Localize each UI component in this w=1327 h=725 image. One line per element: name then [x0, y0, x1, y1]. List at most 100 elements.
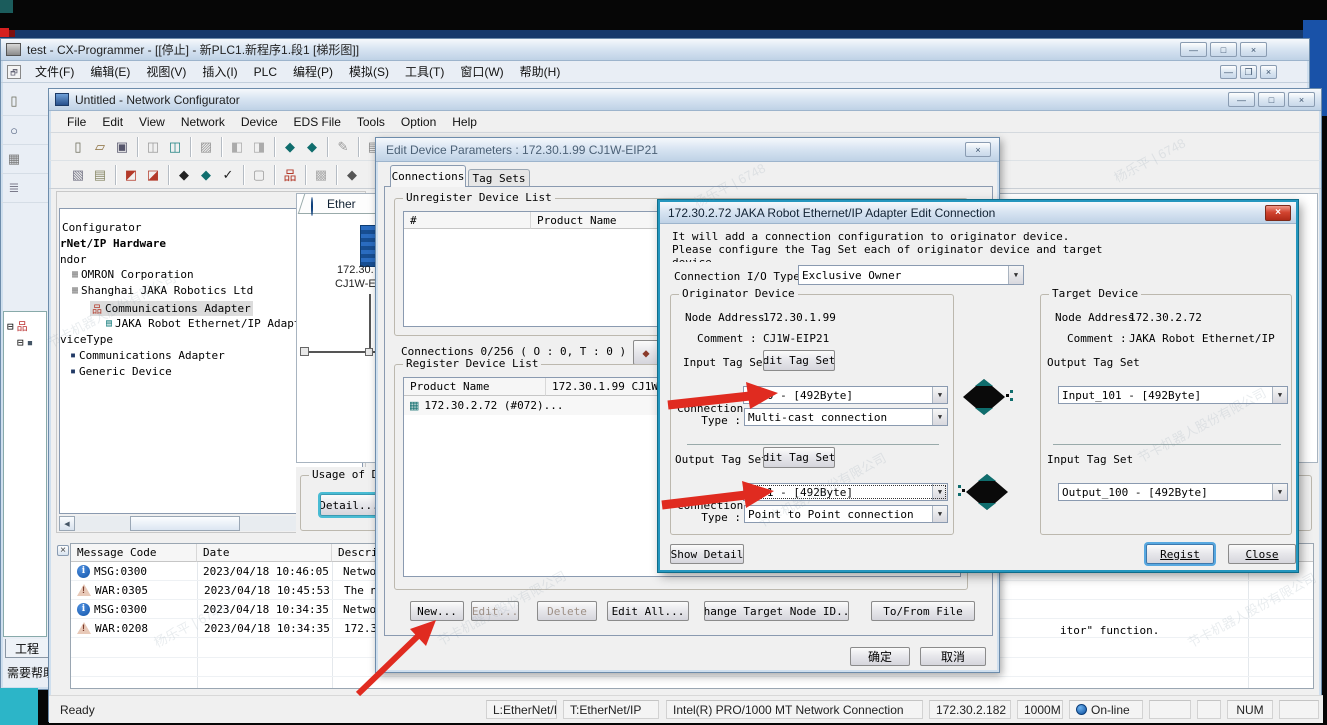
- cx-mdi-minimize-button[interactable]: —: [1220, 65, 1237, 79]
- tree-item-3[interactable]: ▦OMRON Corporation: [72, 268, 194, 281]
- cx-menu-1[interactable]: 编辑(E): [82, 60, 138, 83]
- nc-maximize-button[interactable]: □: [1258, 92, 1285, 107]
- close-button-jaka[interactable]: Close: [1228, 544, 1296, 564]
- net-download-icon[interactable]: ◆: [195, 164, 217, 186]
- net-upload-icon[interactable]: ◆: [173, 164, 195, 186]
- upload-to-device-icon[interactable]: ◫: [142, 136, 164, 158]
- nc-menu-help[interactable]: Help: [444, 112, 485, 132]
- tree-item-4[interactable]: ▦Shanghai JAKA Robotics Ltd: [72, 284, 253, 297]
- nc-menu-eds-file[interactable]: EDS File: [286, 112, 349, 132]
- target-input-tag-set-select[interactable]: Output_100 - [492Byte]▼: [1058, 483, 1288, 501]
- edp-titlebar[interactable]: Edit Device Parameters : 172.30.1.99 CJ1…: [376, 138, 999, 162]
- regist-button[interactable]: Regist: [1146, 544, 1214, 564]
- cx-minimize-button[interactable]: —: [1180, 42, 1207, 57]
- reg-col-product-name[interactable]: Product Name: [404, 378, 546, 396]
- export-file-icon[interactable]: ◪: [142, 164, 164, 186]
- cx-menu-6[interactable]: 模拟(S): [341, 60, 397, 83]
- tree-item-2[interactable]: ndor: [60, 253, 87, 266]
- detail-button[interactable]: Detail...: [320, 494, 378, 516]
- edit-tool-icon[interactable]: ✎: [332, 136, 354, 158]
- connection-tool-button[interactable]: ◆: [633, 340, 659, 365]
- tree-item-5[interactable]: 品Communications Adapter: [90, 301, 253, 316]
- nc-minimize-button[interactable]: —: [1228, 92, 1255, 107]
- nc-menu-tools[interactable]: Tools: [349, 112, 393, 132]
- nc-menu-edit[interactable]: Edit: [94, 112, 131, 132]
- cx-mdi-close-button[interactable]: ×: [1260, 65, 1277, 79]
- nc-close-button[interactable]: ×: [1288, 92, 1315, 107]
- chevron-down-icon[interactable]: ▼: [1008, 266, 1023, 284]
- cx-menu-3[interactable]: 插入(I): [194, 60, 245, 83]
- cx-menu-5[interactable]: 编程(P): [285, 60, 341, 83]
- to-from-file-button[interactable]: To/From File: [871, 601, 975, 621]
- monitor-icon[interactable]: ▢: [248, 164, 270, 186]
- tree-item-0[interactable]: Configurator: [62, 221, 141, 234]
- net-search-icon[interactable]: ◆: [341, 164, 363, 186]
- nc-menu-network[interactable]: Network: [173, 112, 233, 132]
- setup-wizard-icon[interactable]: ▧: [67, 164, 89, 186]
- target-output-tag-set-select[interactable]: Input_101 - [492Byte]▼: [1058, 386, 1288, 404]
- plc-device-icon[interactable]: [360, 225, 376, 267]
- nc-menu-device[interactable]: Device: [233, 112, 286, 132]
- chevron-down-icon[interactable]: ▼: [1272, 387, 1287, 403]
- windows-view-icon[interactable]: ▦: [3, 148, 25, 170]
- node-config-icon[interactable]: 品: [279, 164, 301, 186]
- nc-menu-file[interactable]: File: [59, 112, 94, 132]
- show-detail-button[interactable]: Show Detail: [670, 544, 744, 564]
- cx-mdi-restore-button[interactable]: ❐: [1240, 65, 1257, 79]
- new-button[interactable]: New...: [410, 601, 464, 621]
- log-panel-close-icon[interactable]: ×: [57, 545, 69, 556]
- cx-close-button[interactable]: ×: [1240, 42, 1267, 57]
- cx-tree-root[interactable]: ⊟品: [7, 318, 28, 334]
- cx-menu-2[interactable]: 视图(V): [138, 60, 194, 83]
- cx-titlebar[interactable]: test - CX-Programmer - [[停止] - 新PLC1.新程序…: [1, 39, 1309, 61]
- orig-connection-type-select2[interactable]: Point to Point connection▼: [744, 505, 948, 523]
- cx-project-tab[interactable]: 工程: [5, 639, 49, 658]
- network-upload-icon[interactable]: ◆: [279, 136, 301, 158]
- import-file-icon[interactable]: ◩: [120, 164, 142, 186]
- log-col-date[interactable]: Date: [197, 544, 332, 562]
- tab-tag-sets[interactable]: Tag Sets: [468, 169, 530, 187]
- chevron-down-icon[interactable]: ▼: [932, 506, 947, 522]
- cx-menu-4[interactable]: PLC: [246, 62, 285, 82]
- tree-hscroll-thumb[interactable]: [130, 516, 240, 531]
- chevron-down-icon[interactable]: ▼: [932, 409, 947, 425]
- search-icon[interactable]: ○: [3, 119, 25, 141]
- jaka-close-button[interactable]: ×: [1265, 205, 1291, 221]
- orig-output-tag-set-select[interactable]: 0001 - [492Byte]▼: [743, 483, 948, 501]
- verify-check-icon[interactable]: ✓: [217, 164, 239, 186]
- tree-item-1[interactable]: rNet/IP Hardware: [60, 237, 166, 250]
- cx-menu-0[interactable]: 文件(F): [27, 60, 82, 83]
- new-document-icon[interactable]: ▯: [3, 90, 25, 112]
- new-file-icon[interactable]: ▯: [67, 136, 89, 158]
- tree-item-7[interactable]: viceType: [60, 333, 113, 346]
- scroll-left-icon[interactable]: ◀: [59, 516, 75, 531]
- chevron-down-icon[interactable]: ▼: [932, 484, 947, 500]
- notepad-icon[interactable]: ▤: [89, 164, 111, 186]
- indent-icon[interactable]: ≣: [3, 177, 25, 199]
- nc-titlebar[interactable]: Untitled - Network Configurator — □ ×: [49, 89, 1321, 111]
- connection-io-type-select[interactable]: Exclusive Owner▼: [798, 265, 1024, 285]
- cx-project-tree-panel[interactable]: ⊟品 ⊟▪: [3, 311, 47, 637]
- open-file-icon[interactable]: ▱: [89, 136, 111, 158]
- cx-menu-7[interactable]: 工具(T): [397, 60, 452, 83]
- edp-close-button[interactable]: ×: [965, 142, 991, 157]
- edit-output-tag-sets-button[interactable]: Edit Tag Sets: [763, 447, 835, 468]
- orig-input-tag-set-select[interactable]: 0000 - [492Byte]▼: [743, 386, 948, 404]
- cx-tree-node[interactable]: ⊟▪: [17, 336, 33, 349]
- network-add-icon[interactable]: ◧: [226, 136, 248, 158]
- chevron-down-icon[interactable]: ▼: [1272, 484, 1287, 500]
- tree-item-8[interactable]: ▪Communications Adapter: [70, 349, 225, 362]
- tree-item-9[interactable]: ▪Generic Device: [70, 365, 172, 378]
- tree-item-6[interactable]: ▤JAKA Robot Ethernet/IP Adapter: [106, 317, 314, 330]
- nc-menu-view[interactable]: View: [131, 112, 173, 132]
- unreg-col-number[interactable]: #: [404, 212, 531, 229]
- jaka-titlebar[interactable]: 172.30.2.72 JAKA Robot Ethernet/IP Adapt…: [660, 202, 1296, 224]
- device-wizard-icon[interactable]: ▨: [195, 136, 217, 158]
- status-resize-grip[interactable]: [1279, 700, 1319, 719]
- edit-all-button[interactable]: Edit All...: [607, 601, 689, 621]
- cx-menu-9[interactable]: 帮助(H): [512, 60, 569, 83]
- nc-menu-option[interactable]: Option: [393, 112, 444, 132]
- cx-maximize-button[interactable]: □: [1210, 42, 1237, 57]
- edit-input-tag-sets-button[interactable]: Edit Tag Sets: [763, 350, 835, 371]
- log-col-message-code[interactable]: Message Code: [71, 544, 197, 562]
